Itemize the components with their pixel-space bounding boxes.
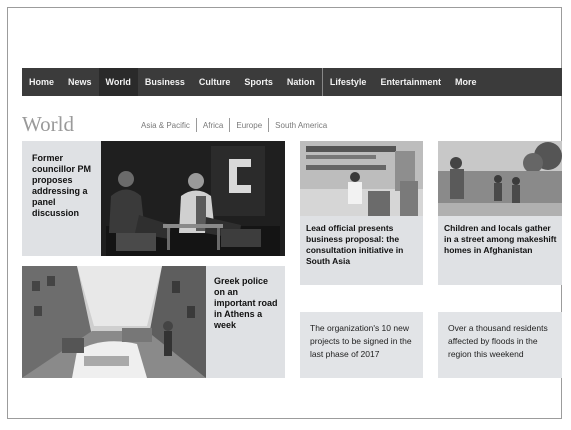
page-title: World: [22, 112, 74, 136]
section-subnav: Asia & Pacific Africa Europe South Ameri…: [135, 118, 333, 132]
main-nav: Home News World Business Culture Sports …: [22, 68, 562, 96]
subnav-item-asia[interactable]: Asia & Pacific: [135, 121, 196, 130]
subnav-item-africa[interactable]: Africa: [197, 121, 229, 130]
subnav-item-south-america[interactable]: South America: [269, 121, 333, 130]
feature-headline[interactable]: Former councillor PM proposes addressing…: [32, 153, 100, 219]
feature-photo[interactable]: [101, 141, 285, 256]
nav-item-lifestyle[interactable]: Lifestyle: [323, 68, 374, 96]
nav-item-sports[interactable]: Sports: [237, 68, 280, 96]
mid-bottom-card[interactable]: The organization's 10 new projects to be…: [300, 312, 423, 378]
nav-item-home[interactable]: Home: [22, 68, 61, 96]
nav-item-more[interactable]: More: [448, 68, 484, 96]
right-top-caption[interactable]: Children and locals gather in a street a…: [444, 223, 558, 256]
nav-item-nation[interactable]: Nation: [280, 68, 322, 96]
lower-left-headline[interactable]: Greek police on an important road in Ath…: [214, 276, 278, 331]
mid-top-caption[interactable]: Lead official presents business proposal…: [306, 223, 418, 267]
nav-item-world[interactable]: World: [98, 68, 138, 96]
nav-item-news[interactable]: News: [61, 68, 99, 96]
conference-photo[interactable]: [300, 141, 423, 216]
right-bottom-card[interactable]: Over a thousand residents affected by fl…: [438, 312, 562, 378]
subnav-item-europe[interactable]: Europe: [230, 121, 268, 130]
nav-item-business[interactable]: Business: [138, 68, 192, 96]
nav-item-entertainment[interactable]: Entertainment: [373, 68, 448, 96]
nav-item-culture[interactable]: Culture: [192, 68, 238, 96]
street-photo[interactable]: [22, 266, 206, 378]
village-photo[interactable]: [438, 141, 562, 216]
